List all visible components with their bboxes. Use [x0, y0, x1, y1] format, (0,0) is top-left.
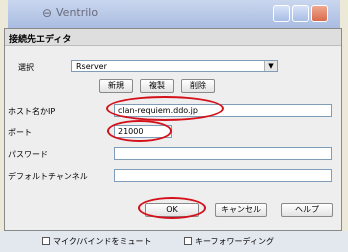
- server-select-value: Rserver: [76, 62, 107, 71]
- chevron-down-icon[interactable]: ▼: [264, 61, 277, 71]
- background-app-title: Ventrilo: [56, 6, 99, 19]
- help-button[interactable]: ヘルプ: [281, 203, 333, 217]
- password-label: パスワード: [8, 150, 48, 159]
- highlight-oval-ok: [138, 197, 206, 219]
- minimize-button[interactable]: [273, 5, 290, 22]
- default-channel-input[interactable]: [114, 169, 332, 182]
- port-label: ポート: [8, 128, 32, 137]
- background-titlebar: ⊖ Ventrilo: [8, 0, 340, 29]
- copy-button[interactable]: 複製: [140, 79, 174, 93]
- bottom-options-bar: マイク/バインドをミュート キーフォワーディング: [0, 231, 348, 252]
- new-button[interactable]: 新規: [99, 79, 133, 93]
- highlight-oval-port: [107, 120, 172, 142]
- select-label: 選択: [18, 63, 34, 72]
- dialog-title: 接続先エディタ: [9, 35, 72, 45]
- key-forwarding-checkbox[interactable]: [184, 237, 192, 245]
- ventrilo-logo-icon: ⊖: [42, 6, 53, 20]
- default-channel-label: デフォルトチャンネル: [8, 172, 88, 181]
- maximize-button[interactable]: [292, 5, 309, 22]
- dialog-titlebar: 接続先エディタ: [5, 29, 341, 46]
- close-button[interactable]: [311, 5, 328, 22]
- password-input[interactable]: [114, 147, 332, 160]
- highlight-oval-host: [106, 96, 224, 121]
- host-label: ホスト名かIP: [8, 107, 56, 116]
- key-forwarding-label: キーフォワーディング: [195, 237, 274, 246]
- mute-checkbox[interactable]: [42, 237, 50, 245]
- server-select[interactable]: Rserver ▼: [71, 60, 278, 72]
- window-controls: [273, 5, 328, 22]
- delete-button[interactable]: 削除: [181, 79, 215, 93]
- cancel-button[interactable]: キャンセル: [215, 203, 267, 217]
- mute-label: マイク/バインドをミュート: [53, 237, 152, 246]
